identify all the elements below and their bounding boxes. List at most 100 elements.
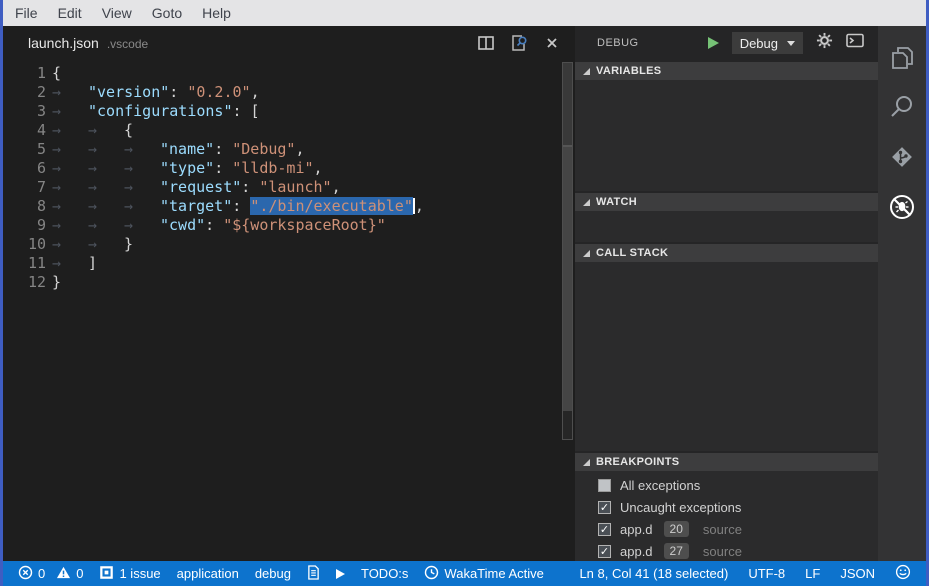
code-line-content: →→→"type": "lldb-mi", xyxy=(52,159,323,178)
menu-file[interactable]: File xyxy=(5,5,48,21)
debug-config-dropdown[interactable]: Debug xyxy=(732,32,803,54)
section-call-stack[interactable]: CALL STACK xyxy=(575,244,878,262)
feedback-smiley-icon[interactable] xyxy=(895,564,911,583)
code-line-content: →→} xyxy=(52,235,133,254)
menu-bar: File Edit View Goto Help xyxy=(0,0,929,26)
code-line[interactable]: 5 →→→"name": "Debug", xyxy=(0,140,575,159)
breakpoint-label: app.d xyxy=(620,522,653,537)
menu-goto[interactable]: Goto xyxy=(142,5,192,21)
debug-icon[interactable] xyxy=(878,182,926,232)
tab-whitespace-icon: → xyxy=(52,197,88,216)
breakpoint-row[interactable]: All exceptions xyxy=(575,474,878,496)
encoding-indicator[interactable]: UTF-8 xyxy=(748,566,785,581)
explorer-icon[interactable] xyxy=(878,32,926,82)
status-todos[interactable]: TODO:s xyxy=(361,566,408,581)
code-line-content: } xyxy=(52,273,61,292)
debug-console-icon[interactable] xyxy=(846,33,864,53)
breakpoint-checkbox[interactable]: ✓ xyxy=(598,523,611,536)
code-line[interactable]: 7→→→"request": "launch", xyxy=(0,178,575,197)
split-editor-icon[interactable] xyxy=(478,36,494,50)
close-icon[interactable] xyxy=(545,36,559,50)
wakatime-indicator[interactable]: WakaTime Active xyxy=(424,565,543,583)
code-line[interactable]: 6 →→→"type": "lldb-mi", xyxy=(0,159,575,178)
breakpoint-checkbox[interactable]: ✓ xyxy=(598,545,611,558)
code-line[interactable]: 10 →→} xyxy=(0,235,575,254)
status-application[interactable]: application xyxy=(177,566,239,581)
vscode-window: File Edit View Goto Help launch.json .vs… xyxy=(0,0,929,586)
line-number[interactable]: 1 xyxy=(0,64,46,83)
menu-help[interactable]: Help xyxy=(192,5,241,21)
open-preview-icon[interactable] xyxy=(511,35,528,51)
line-number[interactable]: 4 xyxy=(0,121,46,140)
tab-launch-json[interactable]: launch.json .vscode xyxy=(0,35,148,51)
menu-edit[interactable]: Edit xyxy=(48,5,92,21)
watch-body[interactable] xyxy=(575,211,878,242)
code-line-content: →→→"name": "Debug", xyxy=(52,140,305,159)
breakpoint-checkbox[interactable] xyxy=(598,479,611,492)
collapse-arrow-icon xyxy=(583,250,590,257)
line-number[interactable]: 6 xyxy=(0,159,46,178)
editor-group: launch.json .vscode 1{2→"version": " xyxy=(0,26,575,561)
warning-count: 0 xyxy=(76,566,83,581)
breakpoint-line-badge: 27 xyxy=(664,543,689,559)
code-line[interactable]: 1{ xyxy=(0,64,575,83)
warning-icon xyxy=(56,565,71,583)
tab-whitespace-icon: → xyxy=(124,178,160,197)
line-number[interactable]: 7 xyxy=(0,178,46,197)
chevron-down-icon xyxy=(787,41,795,46)
language-indicator[interactable]: JSON xyxy=(840,566,875,581)
issues-indicator[interactable]: 1 issue xyxy=(99,565,160,583)
code-line[interactable]: 9→→→"cwd": "${workspaceRoot}" xyxy=(0,216,575,235)
line-number[interactable]: 8 xyxy=(0,197,46,216)
code-token: } xyxy=(124,235,133,253)
search-icon[interactable] xyxy=(878,82,926,132)
breakpoint-label: All exceptions xyxy=(620,478,700,493)
start-debug-icon[interactable] xyxy=(708,37,719,49)
variables-body[interactable] xyxy=(575,80,878,191)
breakpoint-row[interactable]: ✓Uncaught exceptions xyxy=(575,496,878,518)
status-debug-target[interactable]: debug xyxy=(255,566,291,581)
code-editor[interactable]: 1{2→"version": "0.2.0",3→"configurations… xyxy=(0,60,575,292)
code-line[interactable]: 3→"configurations": [ xyxy=(0,102,575,121)
section-watch[interactable]: WATCH xyxy=(575,193,878,211)
cursor-position[interactable]: Ln 8, Col 41 (18 selected) xyxy=(579,566,728,581)
problems-indicator[interactable]: 0 0 xyxy=(18,565,83,583)
breakpoint-label: app.d xyxy=(620,544,653,559)
code-line[interactable]: 2→"version": "0.2.0", xyxy=(0,83,575,102)
scrollbar-thumb[interactable] xyxy=(563,63,572,145)
editor-scrollbar[interactable] xyxy=(562,62,573,440)
menu-view[interactable]: View xyxy=(92,5,142,21)
call-stack-body[interactable] xyxy=(575,262,878,451)
section-variables[interactable]: VARIABLES xyxy=(575,62,878,80)
tab-whitespace-icon: → xyxy=(52,83,88,102)
eol-indicator[interactable]: LF xyxy=(805,566,820,581)
code-token: { xyxy=(124,121,133,139)
breakpoint-row[interactable]: ✓app.d27source xyxy=(575,540,878,562)
breakpoint-checkbox[interactable]: ✓ xyxy=(598,501,611,514)
gear-icon[interactable] xyxy=(816,32,833,54)
code-line[interactable]: 4→→{ xyxy=(0,121,575,140)
scrollbar-track[interactable] xyxy=(563,147,572,411)
breakpoint-source-label: source xyxy=(703,522,742,537)
line-number[interactable]: 12 xyxy=(0,273,46,292)
document-icon[interactable] xyxy=(307,565,320,583)
debug-config-value: Debug xyxy=(740,36,778,51)
line-number[interactable]: 3 xyxy=(0,102,46,121)
status-bar: 0 0 1 issue application debug TODO:s Wak… xyxy=(0,561,929,586)
line-number[interactable]: 2 xyxy=(0,83,46,102)
breakpoint-row[interactable]: ✓app.d20source xyxy=(575,518,878,540)
line-number[interactable]: 5 xyxy=(0,140,46,159)
line-number[interactable]: 10 xyxy=(0,235,46,254)
section-label: VARIABLES xyxy=(596,65,661,77)
code-token: } xyxy=(52,273,61,291)
run-icon[interactable] xyxy=(336,569,345,579)
code-token: : xyxy=(205,216,223,234)
git-icon[interactable] xyxy=(878,132,926,182)
section-breakpoints[interactable]: BREAKPOINTS xyxy=(575,453,878,471)
line-number[interactable]: 11 xyxy=(0,254,46,273)
code-line[interactable]: 12} xyxy=(0,273,575,292)
line-number[interactable]: 9 xyxy=(0,216,46,235)
code-token: "type" xyxy=(160,159,214,177)
code-line[interactable]: 8→→→"target": "./bin/executable", xyxy=(0,197,575,216)
code-line[interactable]: 11→] xyxy=(0,254,575,273)
